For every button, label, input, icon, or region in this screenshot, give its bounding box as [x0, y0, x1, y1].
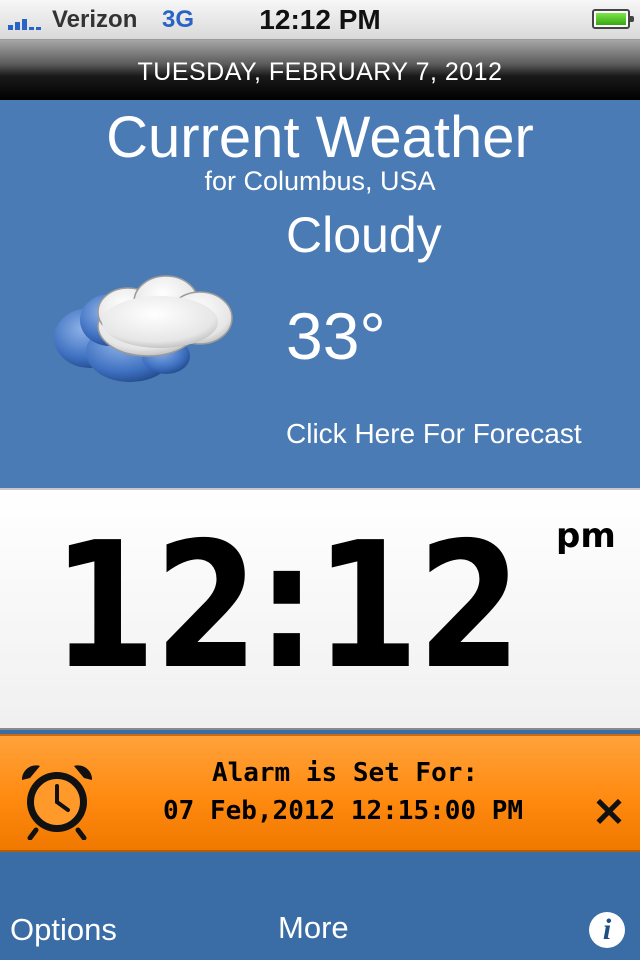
alarm-banner: Alarm is Set For: 07 Feb,2012 12:15:00 P…	[0, 734, 640, 852]
temperature: 33°	[286, 299, 386, 373]
more-button[interactable]: More	[278, 910, 349, 946]
date-banner: TUESDAY, FEBRUARY 7, 2012	[0, 40, 640, 100]
alarm-datetime: 07 Feb,2012 12:15:00 PM	[162, 796, 524, 826]
bottom-toolbar: Options More i	[0, 852, 640, 960]
status-bar: Verizon 3G 12:12 PM	[0, 0, 640, 40]
info-icon[interactable]: i	[589, 912, 625, 948]
alarm-title: Alarm is Set For:	[211, 758, 479, 788]
close-icon[interactable]: ✕	[588, 792, 630, 834]
weather-title: Current Weather	[106, 105, 534, 170]
status-time: 12:12 PM	[259, 4, 381, 35]
battery-icon	[592, 9, 634, 29]
current-weather-panel[interactable]: Current Weather for Columbus, USA Cloudy…	[0, 100, 640, 488]
options-button[interactable]: Options	[10, 912, 117, 948]
forecast-link[interactable]: Click Here For Forecast	[286, 418, 582, 450]
weather-condition: Cloudy	[286, 207, 442, 263]
clock-ampm: pm	[556, 516, 616, 556]
clock-time: 12:12	[52, 505, 521, 708]
cloud-icon	[54, 275, 233, 382]
weather-location: for Columbus, USA	[204, 166, 436, 196]
clock-display: 12:12 pm	[0, 488, 640, 730]
